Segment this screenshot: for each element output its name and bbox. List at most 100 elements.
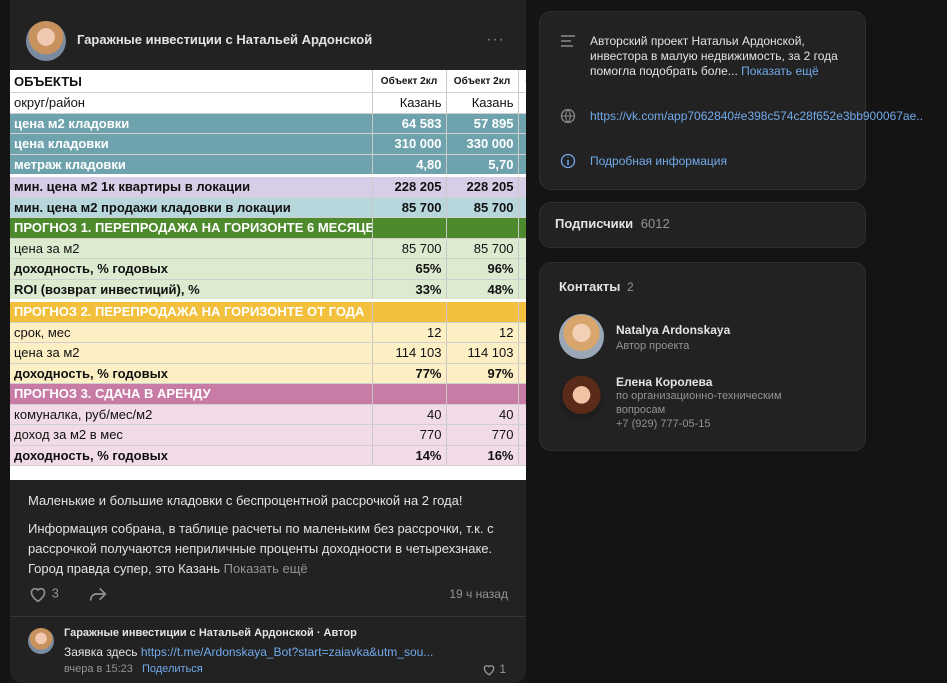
comment-author[interactable]: Гаражные инвестиции с Натальей Ардонской…: [64, 627, 357, 639]
subscribers-title: Подписчики 6012: [555, 216, 670, 231]
comment-text: Заявка здесь https://t.me/Ardonskaya_Bot…: [64, 645, 433, 659]
contacts-label: Контакты: [559, 279, 621, 294]
contacts-card: Контакты 2 Natalya Ardonskaya Автор прое…: [539, 262, 866, 451]
table-header-cell: Объект 2кл: [371, 70, 446, 93]
more-options-icon[interactable]: ···: [486, 31, 505, 49]
table-cell: [517, 445, 526, 466]
table-cell: 114 103: [445, 342, 518, 364]
table-row-label: доходность, % годовых: [10, 363, 372, 384]
table-cell: [517, 383, 526, 405]
comment-link[interactable]: https://t.me/Ardonskaya_Bot?start=zaiavk…: [141, 645, 433, 659]
table-header-row: ОБЪЕКТЫОбъект 2клОбъект 2клО: [10, 70, 526, 93]
like-count: 3: [51, 585, 59, 601]
divider: [10, 616, 526, 617]
table-row-label: ROI (возврат инвестиций), %: [10, 279, 372, 301]
table-row-label: доход за м2 в мес: [10, 424, 372, 446]
table-cell: [517, 258, 526, 280]
post-card: Гаражные инвестиции с Натальей Ардонской…: [10, 0, 526, 683]
table-cell: [445, 383, 518, 405]
like-button[interactable]: 3: [28, 585, 59, 603]
table-cell: [371, 383, 446, 405]
table-cell: 57 895: [445, 113, 518, 134]
post-actions: 3 19 ч назад: [28, 583, 508, 607]
comment-like-button[interactable]: 1: [482, 662, 506, 676]
table-cell: [517, 279, 526, 301]
table-row: доходность, % годовых 65% 96%: [10, 258, 526, 280]
investment-table: ОБЪЕКТЫОбъект 2клОбъект 2клОокруг/районК…: [10, 70, 526, 466]
table-cell: 40: [371, 404, 446, 425]
text-lines-icon: [560, 34, 576, 51]
about-show-more[interactable]: Показать ещё: [741, 64, 819, 78]
table-cell: 85 700: [445, 238, 518, 259]
table-cell: 12: [445, 322, 518, 343]
table-cell: [517, 174, 526, 198]
group-name[interactable]: Гаражные инвестиции с Натальей Ардонской: [77, 32, 372, 47]
contacts-title[interactable]: Контакты 2: [559, 279, 634, 294]
table-cell: Казань: [371, 92, 446, 114]
contact-name[interactable]: Natalya Ardonskaya: [616, 323, 730, 337]
contact-avatar[interactable]: [559, 376, 604, 421]
table-row: цена за м2 114 103 114 103: [10, 342, 526, 364]
table-row-label: цена кладовки: [10, 133, 372, 155]
table-cell: [517, 363, 526, 384]
table-cell: 33%: [371, 279, 446, 301]
table-cell: 97%: [445, 363, 518, 384]
contact-avatar[interactable]: [559, 314, 604, 359]
table-cell: [517, 197, 526, 218]
heart-icon: [483, 665, 495, 676]
contact-role: Автор проекта: [616, 340, 690, 352]
table-cell: 228 205: [445, 174, 518, 198]
table-row-label: мин. цена м2 продажи кладовки в локации: [10, 197, 372, 218]
table-row: цена кладовки 310 000 330 000: [10, 133, 526, 155]
table-row: ПРОГНОЗ 3. СДАЧА В АРЕНДУ: [10, 383, 526, 405]
comment-like-count: 1: [499, 662, 507, 676]
comment-meta: вчера в 15:23 Поделиться: [64, 663, 203, 675]
globe-icon: [560, 108, 576, 127]
contact-phone[interactable]: +7 (929) 777-05-15: [616, 417, 816, 431]
about-text: Авторский проект Натальи Ардонской, инве…: [590, 34, 845, 79]
table-cell: [517, 133, 526, 155]
comment-share-link[interactable]: Поделиться: [142, 663, 203, 675]
details-link[interactable]: Подробная информация: [590, 154, 845, 169]
table-cell: [517, 113, 526, 134]
post-text-p2: Информация собрана, в таблице расчеты по…: [28, 519, 513, 579]
table-row: ПРОГНОЗ 1. ПЕРЕПРОДАЖА НА ГОРИЗОНТЕ 6 МЕ…: [10, 217, 526, 239]
table-cell: 5,70: [445, 154, 518, 176]
contact-name[interactable]: Елена Королева: [616, 375, 712, 389]
table-cell: 48%: [445, 279, 518, 301]
comment-avatar[interactable]: [28, 628, 54, 654]
table-row-label: ПРОГНОЗ 3. СДАЧА В АРЕНДУ: [10, 383, 372, 405]
subscribers-card[interactable]: Подписчики 6012: [539, 202, 866, 248]
post-image-table[interactable]: ОБЪЕКТЫОбъект 2клОбъект 2клОокруг/районК…: [10, 70, 526, 480]
table-cell: [517, 92, 526, 114]
comment-text-prefix: Заявка здесь: [64, 645, 138, 659]
table-cell: [517, 217, 526, 239]
table-cell: [445, 217, 518, 239]
share-icon: [89, 587, 107, 601]
table-cell: [517, 322, 526, 343]
table-cell: 16%: [445, 445, 518, 466]
table-row-label: цена за м2: [10, 238, 372, 259]
table-cell: 4,80: [371, 154, 446, 176]
table-cell: [517, 404, 526, 425]
table-row: ПРОГНОЗ 2. ПЕРЕПРОДАЖА НА ГОРИЗОНТЕ ОТ Г…: [10, 299, 526, 323]
table-cell: 77%: [371, 363, 446, 384]
show-more-link[interactable]: Показать ещё: [224, 561, 308, 576]
group-avatar[interactable]: [26, 21, 66, 61]
table-cell: [371, 299, 446, 323]
subscribers-count: 6012: [640, 216, 670, 231]
table-row: цена за м2 85 700 85 700: [10, 238, 526, 259]
table-cell: 770: [371, 424, 446, 446]
table-cell: Казань: [445, 92, 518, 114]
table-cell: 14%: [371, 445, 446, 466]
table-cell: [517, 154, 526, 176]
about-link[interactable]: https://vk.com/app7062840#e398c574c28f65…: [590, 109, 923, 124]
share-button[interactable]: [88, 585, 108, 603]
table-cell: 12: [371, 322, 446, 343]
table-row-label: доходность, % годовых: [10, 445, 372, 466]
table-row-label: ПРОГНОЗ 1. ПЕРЕПРОДАЖА НА ГОРИЗОНТЕ 6 МЕ…: [10, 217, 372, 239]
info-icon: [560, 153, 576, 172]
table-cell: 40: [445, 404, 518, 425]
table-row: ROI (возврат инвестиций), % 33% 48%: [10, 279, 526, 301]
about-card: Авторский проект Натальи Ардонской, инве…: [539, 11, 923, 190]
